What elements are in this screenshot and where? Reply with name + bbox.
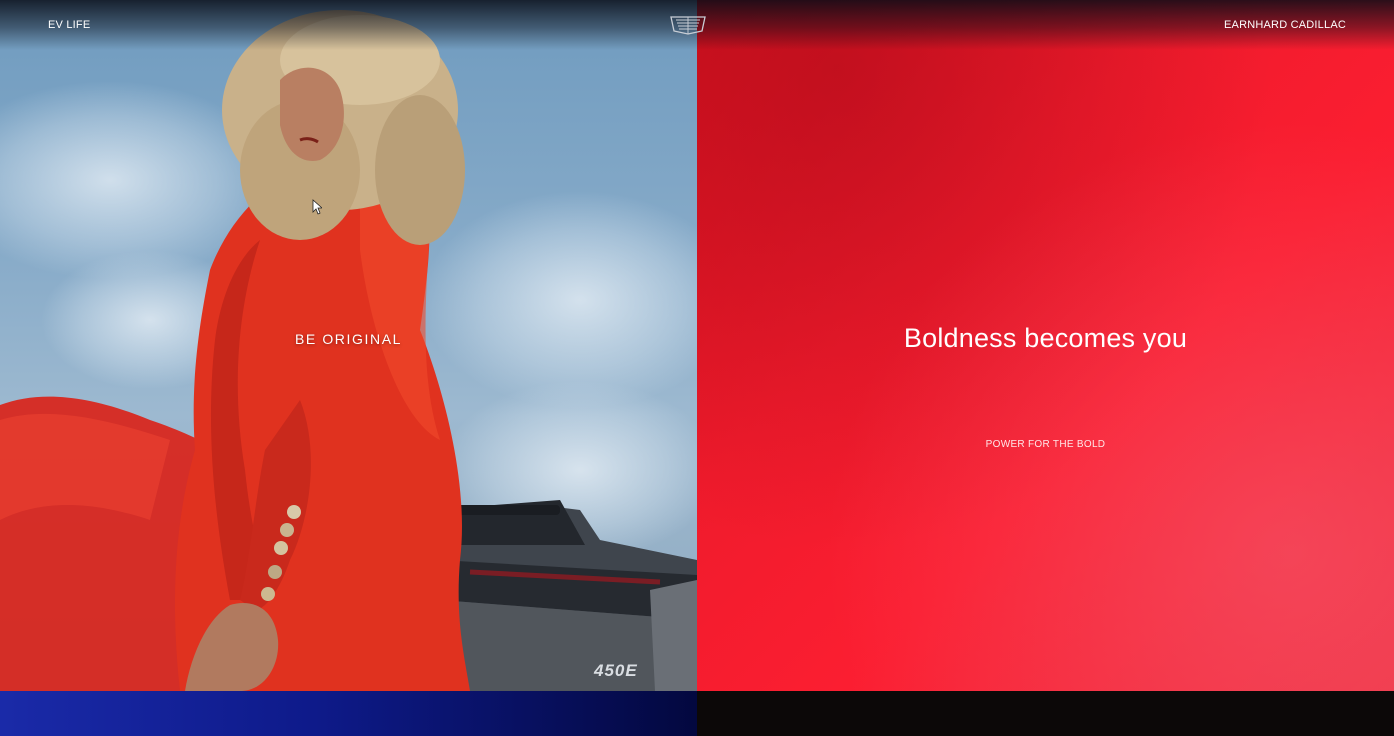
nav-link-earnhard-cadillac[interactable]: EARNHARD CADILLAC	[1224, 19, 1346, 31]
bottom-blue-strip	[0, 691, 697, 736]
nav-link-ev-life[interactable]: EV LIFE	[48, 19, 90, 31]
page: 450E BE ORIGINAL Boldness becomes you PO…	[0, 0, 1394, 736]
top-navigation-bar: EV LIFE EARNHARD CADILLAC	[0, 0, 1394, 50]
mouse-cursor-icon	[312, 199, 322, 215]
cadillac-crest-icon[interactable]	[669, 14, 707, 36]
hero-heading-be-original: BE ORIGINAL	[294, 331, 403, 347]
model-figure	[175, 10, 470, 691]
hero-subheading-power[interactable]: POWER FOR THE BOLD	[697, 439, 1394, 450]
vehicle-badge: 450E	[593, 661, 638, 680]
hero-heading-boldness: Boldness becomes you	[903, 323, 1188, 353]
bottom-dark-strip	[697, 691, 1394, 736]
hero-image-panel[interactable]: 450E BE ORIGINAL	[0, 0, 697, 691]
